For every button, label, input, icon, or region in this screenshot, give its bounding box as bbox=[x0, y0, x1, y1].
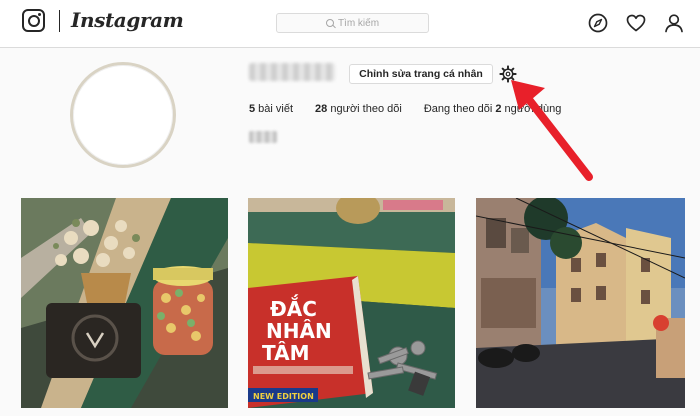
user-icon[interactable] bbox=[663, 12, 685, 34]
annotation-arrow bbox=[511, 80, 593, 181]
instagram-glyph-icon[interactable] bbox=[22, 9, 45, 32]
post-flowers-jar[interactable] bbox=[21, 198, 228, 408]
stat-posts: 5 bài viết bbox=[249, 103, 294, 115]
instagram-wordmark-logo[interactable]: Instagram bbox=[71, 8, 184, 32]
search-input[interactable]: Tìm kiếm bbox=[276, 13, 429, 33]
heart-icon[interactable] bbox=[625, 12, 647, 34]
post-book-dac-nhan-tam[interactable]: ĐẮC NHÂN TÂM NEW EDITION bbox=[248, 198, 455, 408]
profile-fullname-blurred bbox=[249, 131, 277, 143]
stat-followers[interactable]: 28 người theo dõi bbox=[315, 103, 402, 115]
edit-profile-button[interactable]: Chỉnh sửa trang cá nhân bbox=[349, 64, 493, 84]
top-navigation-bar: Instagram Tìm kiếm bbox=[0, 0, 700, 48]
profile-username-blurred bbox=[249, 63, 335, 81]
profile-avatar[interactable] bbox=[70, 62, 176, 168]
post-image: ĐẮC NHÂN TÂM NEW EDITION bbox=[248, 198, 455, 408]
post-image bbox=[21, 198, 228, 408]
logo-divider bbox=[59, 10, 60, 32]
search-placeholder: Tìm kiếm bbox=[337, 17, 380, 29]
search-icon bbox=[325, 19, 334, 27]
svg-text:NHÂN: NHÂN bbox=[266, 319, 332, 343]
compass-icon[interactable] bbox=[587, 12, 609, 34]
post-street-alley[interactable] bbox=[476, 198, 685, 408]
svg-text:ĐẮC: ĐẮC bbox=[270, 295, 317, 321]
post-image bbox=[476, 198, 685, 408]
svg-text:TÂM: TÂM bbox=[262, 341, 309, 365]
book-edition-label: NEW EDITION bbox=[253, 392, 314, 401]
